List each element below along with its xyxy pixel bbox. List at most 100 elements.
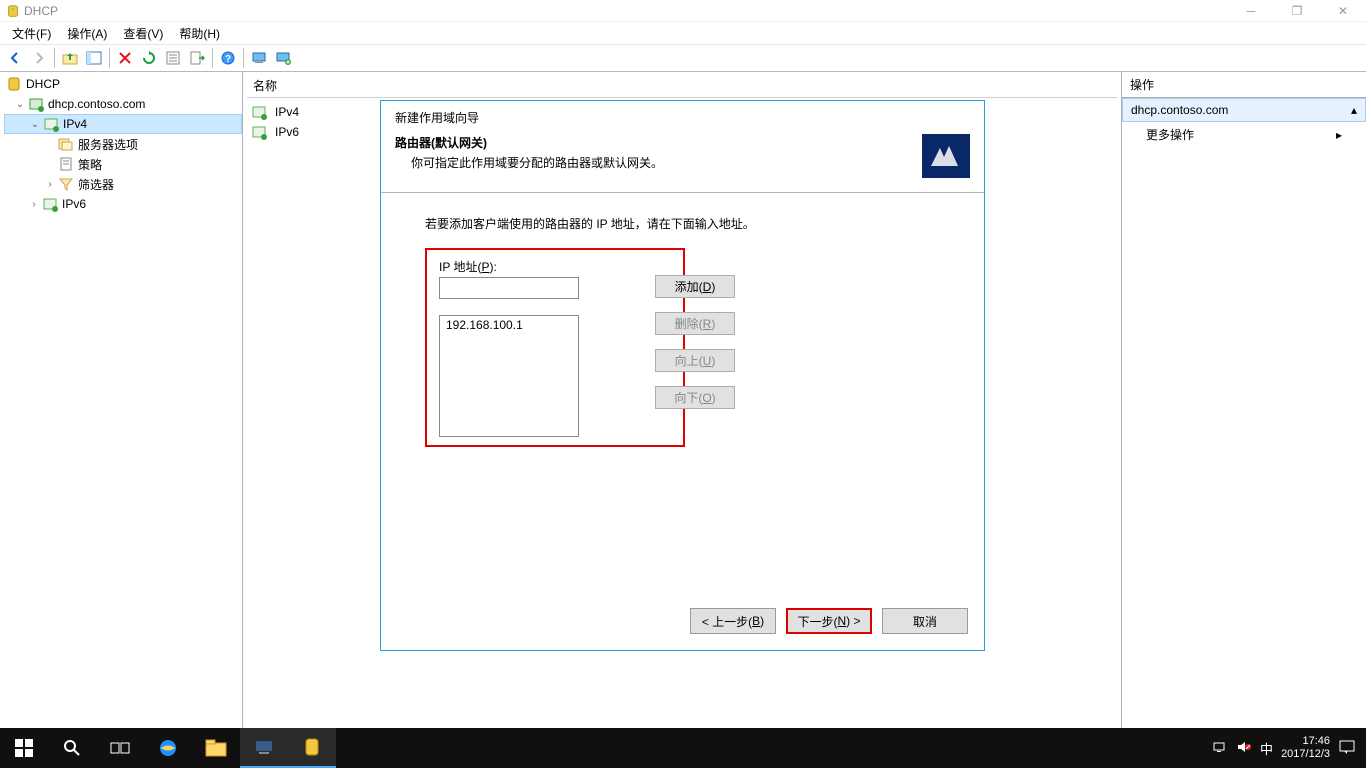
nav-forward-button[interactable] [28,47,50,69]
task-view-button[interactable] [96,728,144,768]
wizard-footer: < 上一步(B) 下一步(N) > 取消 [690,608,968,634]
menubar: 文件(F) 操作(A) 查看(V) 帮助(H) [0,22,1366,44]
add-server-button[interactable] [272,47,294,69]
ime-indicator[interactable]: 中 [1260,739,1273,758]
toolbar-separator [109,48,110,68]
move-up-button[interactable]: 向上(U) [655,349,735,372]
wizard-banner-icon [922,134,970,178]
actions-context-label: dhcp.contoso.com [1131,103,1228,117]
tray-volume-icon[interactable] [1236,739,1252,758]
tree-label: IPv4 [63,117,87,131]
taskbar: 中 17:46 2017/12/3 [0,728,1366,768]
back-button[interactable]: < 上一步(B) [690,608,776,634]
highlight-box: IP 地址(P): 192.168.100.1 添加(D) 删除(R) 向上(U… [425,248,685,447]
remove-button[interactable]: 删除(R) [655,312,735,335]
tree-label: DHCP [26,77,60,91]
server-options-icon [58,136,74,152]
menu-action[interactable]: 操作(A) [59,23,115,44]
export-list-button[interactable] [186,47,208,69]
collapse-arrow-icon: ▴ [1351,103,1357,117]
collapse-toggle[interactable]: ⌄ [29,118,41,130]
dhcp-icon [6,4,20,18]
tree-root-dhcp[interactable]: DHCP [4,74,242,94]
dhcp-taskbar-icon[interactable] [288,728,336,768]
ipv4-icon [43,116,59,132]
expand-toggle[interactable]: › [44,178,56,190]
manage-servers-button[interactable] [248,47,270,69]
toolbar-separator [243,48,244,68]
server-icon [28,96,44,112]
ipv4-icon [251,104,267,120]
cancel-button[interactable]: 取消 [882,608,968,634]
wizard-prompt: 若要添加客户端使用的路由器的 IP 地址，请在下面输入地址。 [425,215,940,232]
delete-button[interactable] [114,47,136,69]
menu-file[interactable]: 文件(F) [4,23,59,44]
explorer-taskbar-icon[interactable] [192,728,240,768]
tree-ipv4[interactable]: ⌄ IPv4 [4,114,242,134]
taskbar-clock[interactable]: 17:46 2017/12/3 [1281,735,1330,761]
list-item-label: IPv4 [275,105,299,119]
window-title: DHCP [24,4,58,18]
tree-filters[interactable]: › 筛选器 [4,174,242,194]
ipv6-icon [251,124,267,140]
server-manager-taskbar-icon[interactable] [240,728,288,768]
ie-taskbar-icon[interactable] [144,728,192,768]
tree-policies[interactable]: 策略 [4,154,242,174]
ip-list-entry[interactable]: 192.168.100.1 [446,318,572,332]
search-button[interactable] [48,728,96,768]
wizard-title: 路由器(默认网关) [395,134,912,151]
filters-icon [58,176,74,192]
titlebar: DHCP ─ ❐ ✕ [0,0,1366,22]
ip-address-label: IP 地址(P): [439,258,671,275]
toolbar-separator [54,48,55,68]
refresh-button[interactable] [138,47,160,69]
wizard-body: 若要添加客户端使用的路由器的 IP 地址，请在下面输入地址。 IP 地址(P):… [381,193,984,447]
menu-help[interactable]: 帮助(H) [171,23,228,44]
wizard-subtitle: 你可指定此作用域要分配的路由器或默认网关。 [395,154,912,171]
minimize-button[interactable]: ─ [1228,0,1274,22]
window-controls: ─ ❐ ✕ [1228,0,1366,22]
add-button[interactable]: 添加(D) [655,275,735,298]
expand-toggle[interactable]: › [28,198,40,210]
actions-header: 操作 [1122,72,1366,98]
policies-icon [58,156,74,172]
menu-view[interactable]: 查看(V) [115,23,171,44]
up-level-button[interactable] [59,47,81,69]
tree-server[interactable]: ⌄ dhcp.contoso.com [4,94,242,114]
properties-button[interactable] [162,47,184,69]
move-down-button[interactable]: 向下(O) [655,386,735,409]
wizard-header: 路由器(默认网关) 你可指定此作用域要分配的路由器或默认网关。 [381,126,984,193]
tree-label: 策略 [78,156,102,173]
new-scope-wizard-dialog: 新建作用域向导 路由器(默认网关) 你可指定此作用域要分配的路由器或默认网关。 … [380,100,985,651]
tree-label: 筛选器 [78,176,114,193]
tray-network-icon[interactable] [1212,739,1228,758]
submenu-arrow-icon: ▸ [1336,128,1342,142]
help-button[interactable]: ? [217,47,239,69]
list-column-name[interactable]: 名称 [247,74,1117,98]
actions-more-label: 更多操作 [1146,126,1194,143]
actions-more[interactable]: 更多操作 ▸ [1122,122,1366,147]
tree-panel: DHCP ⌄ dhcp.contoso.com ⌄ IPv4 服务器选项 [0,72,243,728]
notifications-button[interactable] [1338,738,1356,759]
ip-address-input[interactable] [439,277,579,299]
collapse-toggle[interactable]: ⌄ [14,98,26,110]
tree-label: IPv6 [62,197,86,211]
toolbar-separator [212,48,213,68]
tree-label: dhcp.contoso.com [48,97,145,111]
show-hide-tree-button[interactable] [83,47,105,69]
actions-panel: 操作 dhcp.contoso.com ▴ 更多操作 ▸ [1122,72,1366,728]
tree-server-options[interactable]: 服务器选项 [4,134,242,154]
clock-time: 17:46 [1281,735,1330,748]
close-button[interactable]: ✕ [1320,0,1366,22]
svg-text:?: ? [225,54,231,65]
tree-ipv6[interactable]: › IPv6 [4,194,242,214]
start-button[interactable] [0,728,48,768]
dhcp-icon [6,76,22,92]
ipv6-icon [42,196,58,212]
actions-context[interactable]: dhcp.contoso.com ▴ [1122,98,1366,122]
nav-back-button[interactable] [4,47,26,69]
ip-address-list[interactable]: 192.168.100.1 [439,315,579,437]
next-button[interactable]: 下一步(N) > [786,608,872,634]
maximize-button[interactable]: ❐ [1274,0,1320,22]
wizard-caption: 新建作用域向导 [381,101,984,126]
